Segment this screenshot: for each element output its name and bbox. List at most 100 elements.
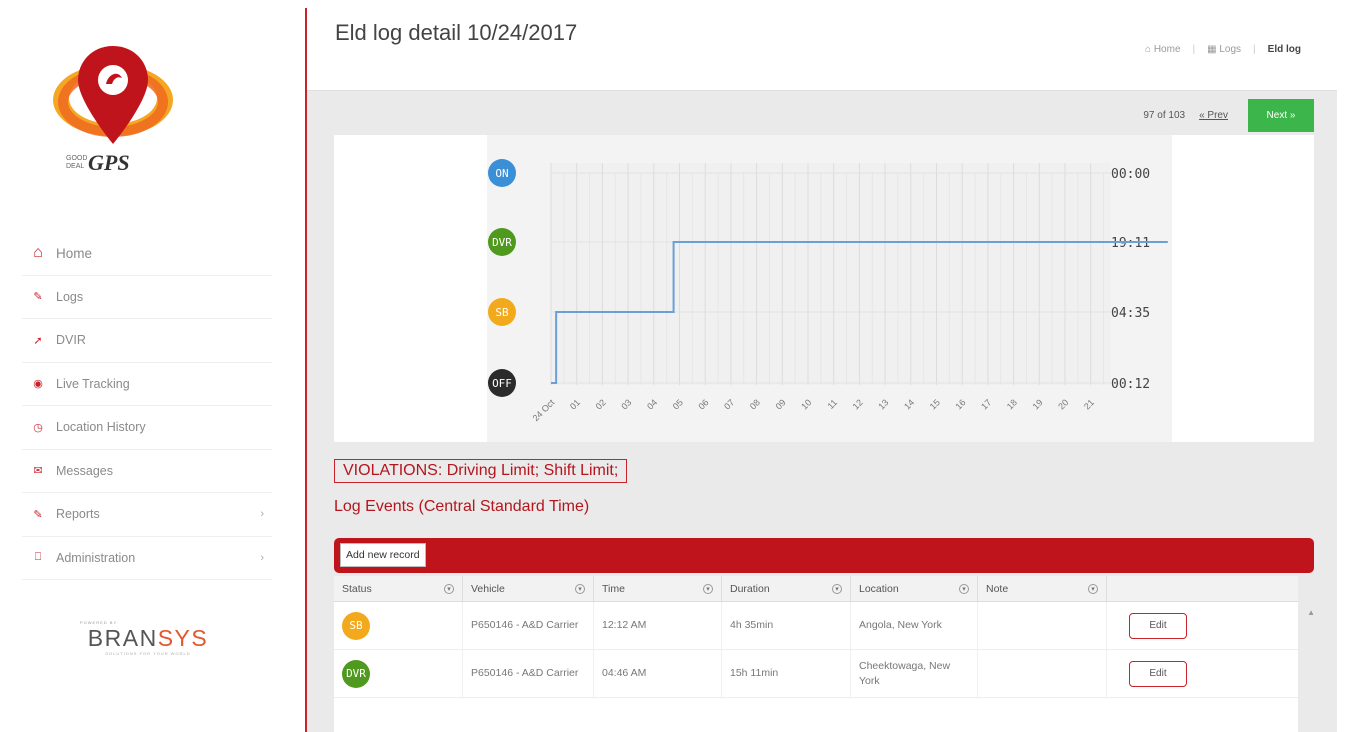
column-header-note[interactable]: Note ▾ [978, 576, 1107, 601]
page-header: Eld log detail 10/24/2017 ⌂ Home | ▦ Log… [307, 8, 1337, 91]
status-label: DVR [492, 236, 512, 249]
column-header-location[interactable]: Location ▾ [851, 576, 978, 601]
sidebar-item-reports[interactable]: ✎ Reports › [22, 493, 272, 537]
home-icon: ⌂ [33, 244, 43, 262]
sort-icon[interactable]: ▾ [444, 583, 454, 594]
prev-link[interactable]: « Prev [1199, 110, 1228, 121]
log-events-title: Log Events (Central Standard Time) [334, 498, 590, 515]
envelope-icon: ✉ [33, 465, 43, 478]
brand-main: BRAN [87, 625, 158, 651]
violations-banner: VIOLATIONS: Driving Limit; Shift Limit; [334, 459, 628, 483]
log-events-table: Status ▾ Vehicle ▾ Time ▾ Duration ▾ Locatio… [334, 576, 1298, 732]
sidebar-item-messages[interactable]: ✉ Messages [22, 450, 272, 493]
sidebar-item-administration[interactable]: ⎕ Administration › [22, 537, 272, 580]
sidebar-item-label: Location History [56, 420, 146, 435]
note-cell [978, 650, 1107, 697]
sidebar-item-label: Logs [56, 289, 84, 304]
sidebar-item-label: Live Tracking [56, 376, 130, 391]
brand-accent: SYS [157, 625, 209, 651]
breadcrumb-logs[interactable]: ▦ Logs [1207, 44, 1241, 55]
edit-icon: ✎ [33, 291, 43, 304]
sidebar-item-label: Reports [56, 507, 100, 522]
add-record-button[interactable]: Add new record [340, 543, 426, 567]
chevron-right-icon: › [260, 551, 264, 564]
status-label: SB [495, 306, 509, 319]
eld-log-chart: ON DVR SB OFF 00:00 19:11 04:35 00:12 24 Oct 01 02… [334, 135, 1314, 442]
sidebar-item-location-history[interactable]: ◷ Location History [22, 406, 272, 450]
vehicle-cell: P650146 - A&D Carrier [463, 650, 594, 697]
home-icon: ⌂ [1145, 44, 1152, 55]
sidebar-item-logs[interactable]: ✎ Logs [22, 276, 272, 319]
breadcrumb: ⌂ Home | ▦ Logs | Eld log [1145, 44, 1301, 55]
edit-button[interactable]: Edit [1129, 612, 1187, 639]
status-cell: SB [334, 602, 463, 649]
table-header: Status ▾ Vehicle ▾ Time ▾ Duration ▾ Locatio… [334, 576, 1298, 602]
column-label: Time [602, 582, 625, 595]
sort-icon[interactable]: ▾ [575, 583, 585, 594]
sidebar-item-dvir[interactable]: ➚ DVIR [22, 319, 272, 363]
note-cell [978, 602, 1107, 649]
wrench-icon: ➚ [33, 334, 43, 347]
next-button[interactable]: Next » [1248, 99, 1314, 132]
column-header-duration[interactable]: Duration ▾ [722, 576, 851, 601]
edit-button[interactable]: Edit [1129, 660, 1187, 687]
column-label: Vehicle [471, 582, 505, 595]
scroll-up-icon[interactable]: ▲ [1307, 608, 1315, 617]
sort-icon[interactable]: ▾ [959, 583, 969, 594]
logo-wordmark: GOOD DEAL GPS [66, 150, 130, 176]
log-pager: 97 of 103 « Prev Next » [1143, 99, 1314, 132]
column-label: Location [859, 582, 899, 595]
table-row: DVR P650146 - A&D Carrier 04:46 AM 15h 1… [334, 650, 1298, 698]
column-header-time[interactable]: Time ▾ [594, 576, 722, 601]
column-label: Note [986, 582, 1009, 595]
sort-icon[interactable]: ▾ [703, 583, 713, 594]
time-cell: 12:12 AM [594, 602, 722, 649]
status-total: 00:00 [1111, 167, 1150, 182]
column-header-status[interactable]: Status ▾ [334, 576, 463, 601]
sort-icon[interactable]: ▾ [832, 583, 842, 594]
clock-icon: ◷ [33, 421, 43, 434]
eye-icon: ◉ [33, 378, 43, 391]
duration-cell: 4h 35min [722, 602, 851, 649]
sidebar-item-home[interactable]: ⌂ Home [22, 232, 272, 276]
actions-cell: Edit [1107, 602, 1298, 649]
sidebar: GOOD DEAL GPS ⌂ Home ✎ Logs ➚ DVIR ◉ Liv… [0, 0, 305, 732]
logo-small-text: GOOD DEAL [66, 155, 88, 170]
table-row: SB P650146 - A&D Carrier 12:12 AM 4h 35m… [334, 602, 1298, 650]
sidebar-item-label: Messages [56, 463, 113, 478]
main-content: Eld log detail 10/24/2017 ⌂ Home | ▦ Log… [307, 8, 1337, 732]
sidebar-item-label: Home [56, 245, 93, 261]
status-total: 00:12 [1111, 377, 1150, 392]
status-badge: DVR [342, 659, 370, 688]
table-toolbar: Add new record [334, 538, 1314, 573]
breadcrumb-label: Logs [1219, 44, 1242, 55]
time-cell: 04:46 AM [594, 650, 722, 697]
bransys-logo: POWERED BY BRANSYS SOLUTIONS FOR YOUR WO… [78, 620, 218, 656]
status-cell: DVR [334, 650, 463, 697]
edit-icon: ✎ [33, 508, 43, 521]
breadcrumb-separator: | [1253, 44, 1256, 55]
page-title: Eld log detail 10/24/2017 [335, 20, 578, 45]
breadcrumb-label: Home [1153, 44, 1181, 55]
table-footer [334, 698, 1298, 732]
vehicle-cell: P650146 - A&D Carrier [463, 602, 594, 649]
breadcrumb-home[interactable]: ⌂ Home [1145, 44, 1181, 55]
breadcrumb-current: Eld log [1267, 44, 1301, 55]
column-header-vehicle[interactable]: Vehicle ▾ [463, 576, 594, 601]
sidebar-nav: ⌂ Home ✎ Logs ➚ DVIR ◉ Live Tracking ◷ L… [22, 232, 272, 580]
column-label: Status [342, 582, 372, 595]
actions-cell: Edit [1107, 650, 1298, 697]
eld-chart-svg: ONDVRSBOFF00:0019:1104:3500:1224 Oct 01 02… [487, 135, 1172, 442]
status-total: 19:11 [1111, 236, 1150, 251]
status-total: 04:35 [1111, 306, 1150, 321]
sort-icon[interactable]: ▾ [1088, 583, 1098, 594]
plot-area [551, 163, 1111, 385]
laptop-icon: ⎕ [34, 551, 42, 564]
calendar-icon: ▦ [1207, 44, 1217, 55]
sidebar-item-live-tracking[interactable]: ◉ Live Tracking [22, 363, 272, 406]
bransys-wordmark: BRANSYS [78, 625, 218, 651]
status-badge: SB [342, 611, 370, 640]
status-label: OFF [492, 377, 512, 390]
sidebar-item-label: Administration [56, 550, 136, 565]
pager-count: 97 of 103 [1143, 110, 1186, 121]
